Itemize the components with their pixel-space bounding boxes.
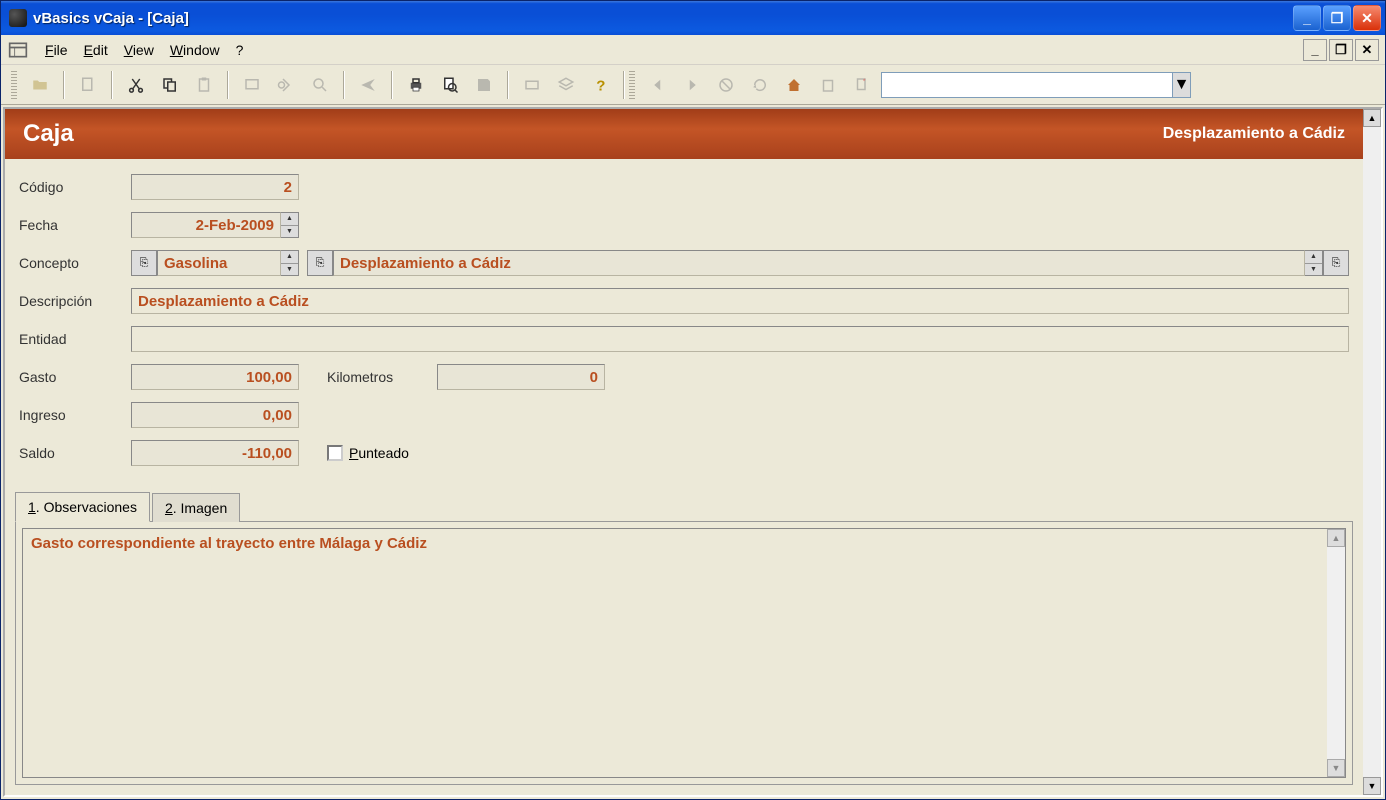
concepto2-spinner[interactable]: ▲▼ — [1305, 250, 1323, 276]
concepto1-spinner[interactable]: ▲▼ — [281, 250, 299, 276]
minimize-button[interactable]: _ — [1293, 5, 1321, 31]
menu-window[interactable]: Window — [162, 39, 228, 61]
svg-text:?: ? — [596, 77, 605, 94]
menu-help[interactable]: ? — [228, 39, 252, 61]
app-icon — [9, 9, 27, 27]
scroll-up-icon[interactable]: ▲ — [1327, 529, 1345, 547]
window-title: vBasics vCaja - [Caja] — [33, 10, 189, 27]
app-window: vBasics vCaja - [Caja] _ ❐ ✕ File Edit V… — [0, 0, 1386, 800]
help-icon[interactable]: ? — [587, 72, 613, 98]
copy-icon[interactable] — [157, 72, 183, 98]
find-icon[interactable] — [273, 72, 299, 98]
punteado-label: Punteado — [349, 445, 409, 461]
scroll-down-icon[interactable]: ▼ — [1327, 759, 1345, 777]
concepto2-field[interactable]: Desplazamiento a Cádiz — [333, 250, 1305, 276]
save-icon[interactable] — [471, 72, 497, 98]
mdi-form-icon — [7, 40, 29, 60]
building-icon[interactable] — [815, 72, 841, 98]
codigo-label: Código — [19, 179, 131, 195]
section-title: Caja — [23, 120, 74, 148]
codigo-field[interactable]: 2 — [131, 174, 299, 200]
ingreso-label: Ingreso — [19, 407, 131, 423]
tab-panel: Gasto correspondiente al trayecto entre … — [15, 521, 1353, 785]
back-icon[interactable] — [645, 72, 671, 98]
new-doc-icon[interactable]: * — [849, 72, 875, 98]
tab-imagen[interactable]: 2. Imagen — [152, 493, 240, 522]
cut-icon[interactable] — [123, 72, 149, 98]
gasto-field[interactable]: 100,00 — [131, 364, 299, 390]
refresh-icon[interactable] — [747, 72, 773, 98]
concepto1-field[interactable]: Gasolina — [157, 250, 281, 276]
scroll-up-icon[interactable]: ▲ — [1363, 109, 1381, 127]
window-icon[interactable] — [239, 72, 265, 98]
saldo-label: Saldo — [19, 445, 131, 461]
titlebar: vBasics vCaja - [Caja] _ ❐ ✕ — [1, 1, 1385, 35]
observaciones-textarea[interactable]: Gasto correspondiente al trayecto entre … — [23, 529, 1327, 777]
menu-edit[interactable]: Edit — [76, 39, 116, 61]
home-icon[interactable] — [781, 72, 807, 98]
zoom-icon[interactable] — [307, 72, 333, 98]
forward-icon[interactable] — [679, 72, 705, 98]
layers-icon[interactable] — [553, 72, 579, 98]
menu-file[interactable]: File — [37, 39, 76, 61]
form: Código 2 Fecha 2-Feb-2009 ▲▼ Concepto ⎘ … — [5, 159, 1363, 485]
fecha-field[interactable]: 2-Feb-2009 — [131, 212, 281, 238]
punteado-checkbox[interactable] — [327, 445, 343, 461]
print-preview-icon[interactable] — [437, 72, 463, 98]
fecha-label: Fecha — [19, 217, 131, 233]
mdi-close-button[interactable]: ✕ — [1355, 39, 1379, 61]
fecha-spinner[interactable]: ▲▼ — [281, 212, 299, 238]
print-icon[interactable] — [403, 72, 429, 98]
entidad-label: Entidad — [19, 331, 131, 347]
open-icon[interactable] — [27, 72, 53, 98]
close-button[interactable]: ✕ — [1353, 5, 1381, 31]
tab-observaciones[interactable]: 1. Observaciones — [15, 492, 150, 522]
concepto2-lookup2-icon[interactable]: ⎘ — [1323, 250, 1349, 276]
descripcion-field[interactable]: Desplazamiento a Cádiz — [131, 288, 1349, 314]
concepto2-lookup-icon[interactable]: ⎘ — [307, 250, 333, 276]
send-icon[interactable] — [355, 72, 381, 98]
tabstrip: 1. Observaciones 2. Imagen — [5, 491, 1363, 521]
saldo-field[interactable]: -110,00 — [131, 440, 299, 466]
card-icon[interactable] — [519, 72, 545, 98]
kilometros-label: Kilometros — [327, 369, 437, 385]
paste-icon[interactable] — [191, 72, 217, 98]
mdi-minimize-button[interactable]: _ — [1303, 39, 1327, 61]
main-scrollbar[interactable]: ▲ ▼ — [1363, 109, 1381, 795]
section-header: Caja Desplazamiento a Cádiz — [5, 109, 1363, 159]
toolbar-grip-2 — [629, 71, 635, 99]
maximize-button[interactable]: ❐ — [1323, 5, 1351, 31]
svg-text:*: * — [863, 76, 866, 85]
concepto-label: Concepto — [19, 255, 131, 271]
document-icon[interactable] — [75, 72, 101, 98]
scroll-down-icon[interactable]: ▼ — [1363, 777, 1381, 795]
mdi-restore-button[interactable]: ❐ — [1329, 39, 1353, 61]
toolbar: ? * ▼ — [1, 65, 1385, 105]
kilometros-field[interactable]: 0 — [437, 364, 605, 390]
dropdown-icon[interactable]: ▼ — [1172, 73, 1190, 97]
section-subtitle: Desplazamiento a Cádiz — [1163, 125, 1345, 143]
gasto-label: Gasto — [19, 369, 131, 385]
ingreso-field[interactable]: 0,00 — [131, 402, 299, 428]
address-combo[interactable]: ▼ — [881, 72, 1191, 98]
concepto1-lookup-icon[interactable]: ⎘ — [131, 250, 157, 276]
entidad-field[interactable] — [131, 326, 1349, 352]
textarea-scrollbar[interactable]: ▲ ▼ — [1327, 529, 1345, 777]
stop-icon[interactable] — [713, 72, 739, 98]
descripcion-label: Descripción — [19, 293, 131, 309]
toolbar-grip — [11, 71, 17, 99]
menubar: File Edit View Window ? _ ❐ ✕ — [1, 35, 1385, 65]
menu-view[interactable]: View — [116, 39, 162, 61]
